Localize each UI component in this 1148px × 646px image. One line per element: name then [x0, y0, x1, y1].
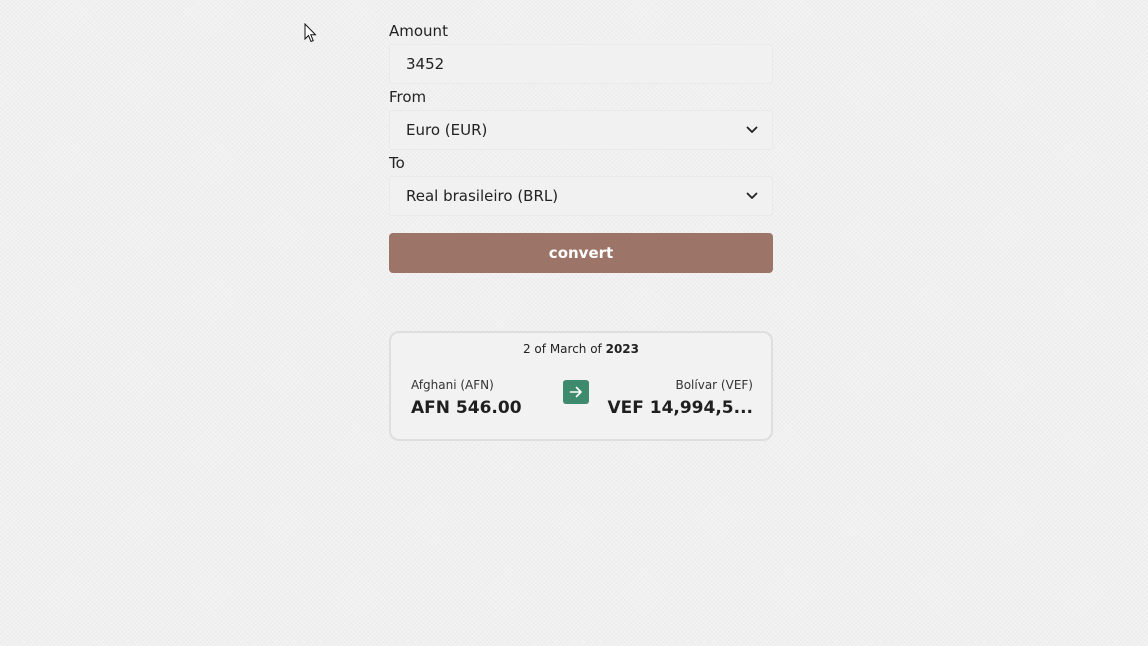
arrow-right-icon[interactable] — [563, 380, 589, 404]
result-to: Bolívar (VEF) VEF 14,994,5... — [607, 377, 753, 420]
amount-value: 3452 — [406, 55, 445, 73]
amount-group: Amount 3452 — [389, 20, 773, 84]
amount-label: Amount — [389, 22, 448, 40]
result-from: Afghani (AFN) AFN 546.00 — [411, 377, 522, 420]
result-date-year: 2023 — [605, 342, 640, 356]
chevron-down-icon — [746, 192, 758, 199]
arrow-right-glyph — [569, 386, 582, 398]
to-label: To — [389, 154, 405, 172]
result-date: 2 of March of 2023 — [391, 342, 771, 356]
converter-form: Amount 3452 From Euro (EUR) To Real bras… — [389, 20, 773, 273]
mouse-pointer-icon — [304, 23, 317, 43]
amount-input[interactable]: 3452 — [389, 44, 773, 84]
result-to-currency: Bolívar (VEF) — [675, 378, 753, 392]
convert-button[interactable]: convert — [389, 233, 773, 273]
chevron-down-icon — [746, 126, 758, 133]
to-currency-value: Real brasileiro (BRL) — [406, 187, 559, 205]
from-label: From — [389, 88, 427, 106]
conversion-result-card: 2 of March of 2023 Afghani (AFN) AFN 546… — [389, 331, 773, 441]
from-group: From Euro (EUR) — [389, 86, 773, 150]
to-group: To Real brasileiro (BRL) — [389, 152, 773, 216]
result-to-amount: VEF 14,994,5... — [607, 398, 753, 418]
result-from-currency: Afghani (AFN) — [411, 378, 494, 392]
result-from-amount: AFN 546.00 — [411, 398, 522, 418]
from-currency-value: Euro (EUR) — [406, 121, 488, 139]
to-currency-select[interactable]: Real brasileiro (BRL) — [389, 176, 773, 216]
from-currency-select[interactable]: Euro (EUR) — [389, 110, 773, 150]
result-date-prefix: 2 of March of — [522, 342, 602, 356]
